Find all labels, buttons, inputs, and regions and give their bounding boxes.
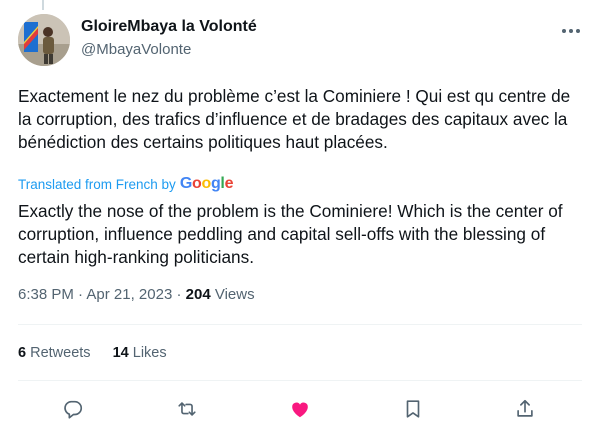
views-label: Views bbox=[214, 286, 255, 303]
google-logo: Google bbox=[179, 175, 234, 192]
share-icon bbox=[517, 399, 533, 417]
translated-from-link[interactable]: Translated from French by Google bbox=[18, 175, 233, 193]
reply-icon bbox=[64, 400, 83, 419]
more-dot-icon bbox=[569, 29, 573, 33]
divider bbox=[18, 380, 582, 381]
retweet-button[interactable] bbox=[174, 396, 200, 422]
likes-stat[interactable]: 14 Likes bbox=[113, 345, 167, 361]
thread-connector-line bbox=[42, 0, 44, 10]
heart-icon bbox=[292, 402, 308, 418]
divider bbox=[18, 324, 582, 325]
avatar[interactable] bbox=[18, 14, 70, 66]
bookmark-icon bbox=[406, 400, 420, 418]
retweets-count: 6 bbox=[18, 345, 27, 361]
retweets-label: Retweets bbox=[30, 345, 91, 361]
meta-separator: · bbox=[73, 286, 87, 303]
avatar-photo bbox=[18, 14, 70, 66]
views-count: 204 bbox=[185, 286, 211, 303]
translated-label: Translated from French by bbox=[18, 176, 176, 192]
tweet-meta: 6:38 PM · Apr 21, 2023 · 204 Views bbox=[18, 286, 255, 303]
author-display-name[interactable]: GloireMbaya la Volonté bbox=[81, 18, 257, 36]
engagement-stats: 6 Retweets 14 Likes bbox=[18, 345, 185, 361]
more-dot-icon bbox=[562, 29, 566, 33]
more-dot-icon bbox=[576, 29, 580, 33]
more-options-button[interactable] bbox=[560, 20, 582, 42]
reply-button[interactable] bbox=[60, 396, 86, 422]
likes-label: Likes bbox=[132, 345, 167, 361]
like-button[interactable] bbox=[287, 396, 313, 422]
tweet-time[interactable]: 6:38 PM bbox=[18, 286, 74, 303]
retweets-stat[interactable]: 6 Retweets bbox=[18, 345, 91, 361]
share-button[interactable] bbox=[512, 396, 538, 422]
tweet-date[interactable]: Apr 21, 2023 bbox=[86, 286, 172, 303]
meta-separator: · bbox=[172, 286, 186, 303]
author-handle[interactable]: @MbayaVolonte bbox=[81, 41, 191, 58]
tweet-header: GloireMbaya la Volonté @MbayaVolonte bbox=[18, 14, 582, 66]
tweet-text: Exactement le nez du problème c’est la C… bbox=[18, 86, 571, 152]
bookmark-button[interactable] bbox=[400, 396, 426, 422]
action-bar bbox=[60, 396, 547, 422]
retweet-icon bbox=[178, 402, 196, 416]
tweet-translation: Exactly the nose of the problem is the C… bbox=[18, 201, 563, 267]
likes-count: 14 bbox=[112, 345, 129, 361]
